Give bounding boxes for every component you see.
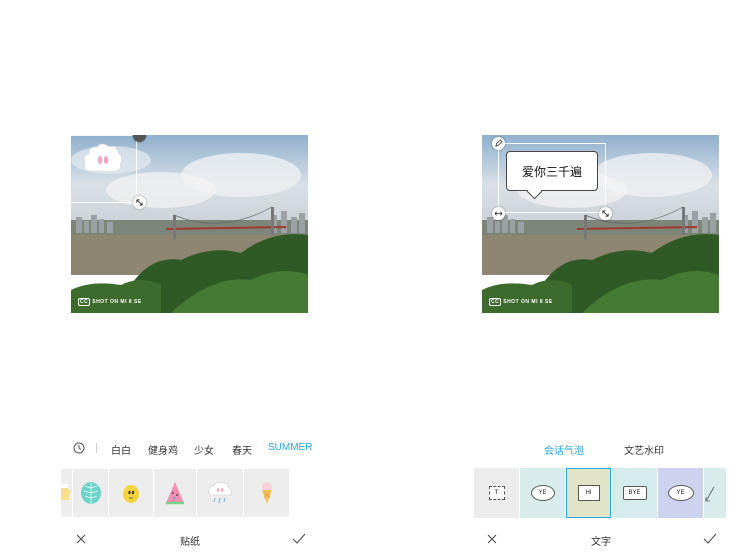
resize-handle[interactable] bbox=[599, 207, 612, 220]
category-tab-girl[interactable]: 少女 bbox=[194, 442, 214, 457]
check-icon[interactable] bbox=[292, 533, 306, 545]
move-handle[interactable] bbox=[492, 207, 505, 220]
sticker-tile[interactable] bbox=[61, 469, 72, 517]
chick-sticker bbox=[123, 485, 139, 503]
cloud-sticker[interactable] bbox=[83, 143, 123, 175]
move-arrows-icon bbox=[494, 211, 503, 216]
category-tab-spring[interactable]: 春天 bbox=[232, 442, 252, 457]
sticker-tile[interactable] bbox=[244, 469, 289, 517]
resize-arrows-icon bbox=[136, 199, 143, 206]
close-icon[interactable] bbox=[486, 533, 498, 545]
sticker-category-bar: 白白 健身鸡 少女 春天 SUMMER bbox=[61, 439, 319, 457]
bubble-tile-textbox[interactable]: T bbox=[474, 468, 519, 518]
sticker-strip bbox=[61, 469, 290, 517]
bottom-bar: 贴纸 bbox=[61, 530, 319, 548]
photo-watermark: CC SHOT ON MI 8 SE bbox=[78, 298, 142, 306]
speech-bubble-text: 爱你三千遍 bbox=[521, 164, 582, 179]
text-box-bubble: T bbox=[488, 486, 505, 500]
text-editor-screen: 爱你三千遍 CCSHOT ON MI 8 SE 会话气泡 文艺水印 T YE bbox=[474, 0, 730, 560]
resize-handle[interactable] bbox=[133, 196, 146, 209]
sticker-editor-screen: CC SHOT ON MI 8 SE 白白 健身鸡 少女 春天 SUMMER 贴… bbox=[61, 0, 319, 560]
square-bubble: HI bbox=[577, 485, 600, 501]
pencil-icon bbox=[495, 139, 503, 147]
sticker-tile[interactable] bbox=[73, 469, 108, 517]
sticker-tile[interactable] bbox=[154, 469, 196, 517]
bubble-tile-partial[interactable] bbox=[704, 468, 726, 518]
rain-cloud-sticker bbox=[208, 482, 232, 504]
bubble-tile-oval[interactable]: YE bbox=[658, 468, 703, 518]
ice-cream-sticker bbox=[261, 482, 272, 504]
edit-handle[interactable] bbox=[492, 137, 505, 150]
check-icon[interactable] bbox=[703, 533, 717, 545]
tab-speech-bubbles[interactable]: 会话气泡 bbox=[544, 442, 584, 457]
category-tab-baibai[interactable]: 白白 bbox=[111, 442, 131, 457]
bubble-tile-rect[interactable]: BYE bbox=[612, 468, 657, 518]
speech-bubble[interactable]: 爱你三千遍 bbox=[506, 151, 598, 191]
clock-icon[interactable] bbox=[73, 442, 85, 454]
photo-watermark: CC SHOT ON MI 8 SE bbox=[489, 298, 553, 306]
photo-canvas[interactable]: CC SHOT ON MI 8 SE bbox=[71, 135, 308, 313]
oval-bubble: YE bbox=[667, 485, 694, 501]
bubble-tile-round[interactable]: YE bbox=[520, 468, 565, 518]
bubble-strip: T YE HI BYE YE bbox=[474, 468, 727, 518]
text-style-tabs: 会话气泡 文艺水印 bbox=[474, 442, 730, 457]
category-tab-summer[interactable]: SUMMER bbox=[268, 442, 312, 453]
watermelon-sticker bbox=[166, 482, 184, 505]
close-icon[interactable] bbox=[75, 533, 87, 545]
resize-arrows-icon bbox=[602, 210, 609, 217]
divider bbox=[96, 443, 97, 453]
partial-bubble bbox=[705, 486, 715, 502]
leaf-sticker bbox=[80, 482, 101, 504]
photo-canvas[interactable]: 爱你三千遍 CC SHOT ON MI 8 SE bbox=[482, 135, 719, 313]
bottom-bar: 文字 bbox=[474, 530, 730, 548]
category-tab-fitness-chicken[interactable]: 健身鸡 bbox=[148, 442, 178, 457]
sticker-tile[interactable] bbox=[197, 469, 243, 517]
half-sticker bbox=[61, 484, 70, 500]
rect-bubble: BYE bbox=[622, 486, 647, 500]
panel-title: 文字 bbox=[591, 537, 611, 548]
bubble-tile-square[interactable]: HI bbox=[566, 468, 611, 518]
sticker-tile[interactable] bbox=[109, 469, 153, 517]
tab-artistic-watermark[interactable]: 文艺水印 bbox=[624, 442, 664, 457]
panel-title: 贴纸 bbox=[180, 537, 200, 548]
round-bubble: YE bbox=[530, 485, 555, 501]
